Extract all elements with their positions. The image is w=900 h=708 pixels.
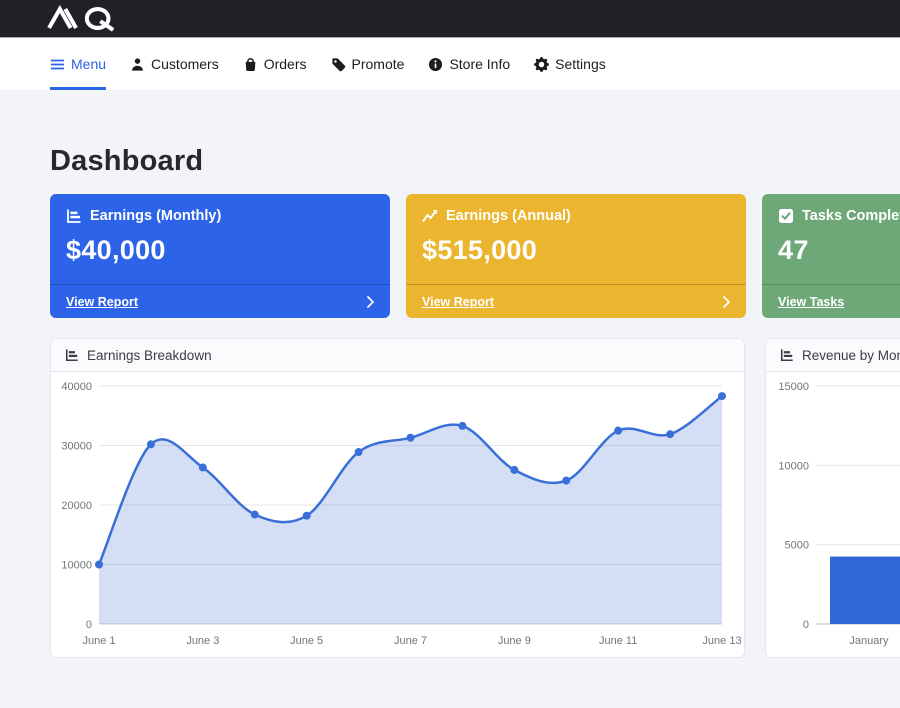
svg-text:June 11: June 11 xyxy=(599,635,637,647)
svg-text:June 1: June 1 xyxy=(82,635,115,647)
line-chart-icon xyxy=(422,208,438,224)
svg-text:30000: 30000 xyxy=(61,441,92,453)
nav-item-promote[interactable]: Promote xyxy=(331,38,405,90)
svg-text:January: January xyxy=(849,635,889,647)
bar-chart-icon xyxy=(780,348,794,362)
hamburger-icon xyxy=(50,57,65,72)
svg-text:10000: 10000 xyxy=(778,460,809,472)
svg-text:10000: 10000 xyxy=(61,560,92,572)
nav-item-menu[interactable]: Menu xyxy=(50,38,106,90)
chart-panels-row: Earnings Breakdown 0 10000 20000 30000 40000… xyxy=(50,338,900,658)
AQ-logo xyxy=(45,5,126,32)
bar-chart-icon xyxy=(65,348,79,362)
earnings-line-chart: 0 10000 20000 30000 40000 June 1 June 3 June 5 J… xyxy=(51,372,745,658)
svg-text:June 5: June 5 xyxy=(290,635,323,647)
revenue-bar-chart: 0 5000 10000 15000 January xyxy=(766,372,900,658)
svg-text:June 7: June 7 xyxy=(394,635,427,647)
bag-icon xyxy=(243,57,258,72)
panel-header: Earnings Breakdown xyxy=(51,339,744,372)
panel-title: Revenue by Month xyxy=(802,348,900,363)
line-chart-area: 0 10000 20000 30000 40000 June 1 June 3 June 5 J… xyxy=(51,372,744,658)
gear-icon xyxy=(534,57,549,72)
chevron-right-icon[interactable] xyxy=(723,296,730,308)
stat-cards-row: Earnings (Monthly) $40,000 View Report E xyxy=(50,194,900,318)
nav-item-orders[interactable]: Orders xyxy=(243,38,307,90)
card-title: Earnings (Monthly) xyxy=(90,208,221,224)
card-title: Tasks Completed xyxy=(802,208,900,224)
nav-item-label: Promote xyxy=(352,56,405,72)
nav-item-label: Menu xyxy=(71,56,106,72)
bar-chart-area: 0 5000 10000 15000 January xyxy=(766,372,900,658)
svg-text:40000: 40000 xyxy=(61,381,92,393)
card-earnings-monthly: Earnings (Monthly) $40,000 View Report xyxy=(50,194,390,318)
info-icon xyxy=(428,57,443,72)
card-value: 47 xyxy=(778,235,900,266)
nav-item-label: Store Info xyxy=(449,56,510,72)
chevron-right-icon[interactable] xyxy=(367,296,374,308)
card-value: $40,000 xyxy=(66,235,374,266)
card-title: Earnings (Annual) xyxy=(446,208,571,224)
svg-text:June 9: June 9 xyxy=(498,635,531,647)
view-tasks-link[interactable]: View Tasks xyxy=(778,295,844,309)
person-icon xyxy=(130,57,145,72)
page-title: Dashboard xyxy=(50,145,900,178)
card-earnings-annual: Earnings (Annual) $515,000 View Report xyxy=(406,194,746,318)
main-navbar: Menu Customers Orders Promote Store Info xyxy=(0,38,900,90)
nav-item-settings[interactable]: Settings xyxy=(534,38,606,90)
nav-item-label: Orders xyxy=(264,56,307,72)
svg-text:0: 0 xyxy=(86,619,92,631)
tag-icon xyxy=(331,57,346,72)
revenue-by-month-panel: Revenue by Month 0 5000 10000 15000 January xyxy=(765,338,900,658)
earnings-breakdown-panel: Earnings Breakdown 0 10000 20000 30000 40000… xyxy=(50,338,745,658)
main-content: Dashboard Earnings (Monthly) $40,000 Vie… xyxy=(0,145,900,658)
nav-item-customers[interactable]: Customers xyxy=(130,38,219,90)
panel-title: Earnings Breakdown xyxy=(87,348,212,363)
svg-text:20000: 20000 xyxy=(61,500,92,512)
topbar xyxy=(0,0,900,38)
panel-header: Revenue by Month xyxy=(766,339,900,372)
nav-item-label: Settings xyxy=(555,56,606,72)
bar-chart-icon xyxy=(66,208,82,224)
svg-text:15000: 15000 xyxy=(778,381,809,393)
check-square-icon xyxy=(778,208,794,224)
nav-item-store-info[interactable]: Store Info xyxy=(428,38,510,90)
svg-text:June 3: June 3 xyxy=(186,635,219,647)
nav-item-label: Customers xyxy=(151,56,219,72)
svg-text:0: 0 xyxy=(803,619,809,631)
card-value: $515,000 xyxy=(422,235,730,266)
view-report-link[interactable]: View Report xyxy=(422,295,494,309)
svg-text:5000: 5000 xyxy=(785,540,809,552)
svg-text:June 13: June 13 xyxy=(702,635,741,647)
view-report-link[interactable]: View Report xyxy=(66,295,138,309)
card-tasks-completed: Tasks Completed 47 View Tasks xyxy=(762,194,900,318)
